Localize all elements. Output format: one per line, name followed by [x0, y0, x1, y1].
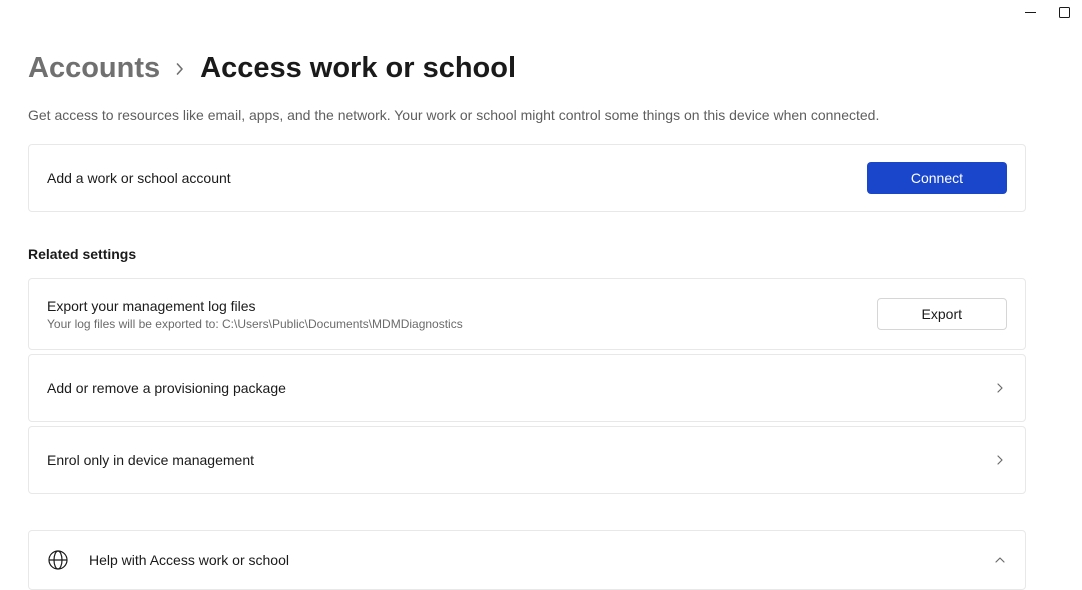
add-account-title: Add a work or school account: [47, 170, 231, 186]
help-title: Help with Access work or school: [89, 552, 973, 568]
chevron-up-icon: [993, 553, 1007, 567]
minimize-button[interactable]: [1024, 6, 1036, 18]
related-settings-heading: Related settings: [28, 246, 1026, 262]
page-description: Get access to resources like email, apps…: [28, 105, 1054, 126]
globe-icon: [47, 549, 69, 571]
provisioning-package-title: Add or remove a provisioning package: [47, 380, 286, 396]
export-logs-title: Export your management log files: [47, 298, 463, 314]
page-title: Access work or school: [200, 52, 516, 85]
enrol-device-management-title: Enrol only in device management: [47, 452, 254, 468]
chevron-right-icon: [993, 453, 1007, 467]
provisioning-package-card[interactable]: Add or remove a provisioning package: [28, 354, 1026, 422]
maximize-button[interactable]: [1058, 6, 1070, 18]
export-logs-subtitle: Your log files will be exported to: C:\U…: [47, 317, 463, 331]
breadcrumb: Accounts Access work or school: [28, 52, 1054, 85]
add-account-card: Add a work or school account Connect: [28, 144, 1026, 212]
help-card[interactable]: Help with Access work or school: [28, 530, 1026, 590]
chevron-right-icon: [993, 381, 1007, 395]
connect-button[interactable]: Connect: [867, 162, 1007, 194]
export-logs-card: Export your management log files Your lo…: [28, 278, 1026, 350]
enrol-device-management-card[interactable]: Enrol only in device management: [28, 426, 1026, 494]
export-button[interactable]: Export: [877, 298, 1007, 330]
breadcrumb-parent[interactable]: Accounts: [28, 52, 160, 85]
chevron-right-icon: [174, 63, 186, 75]
